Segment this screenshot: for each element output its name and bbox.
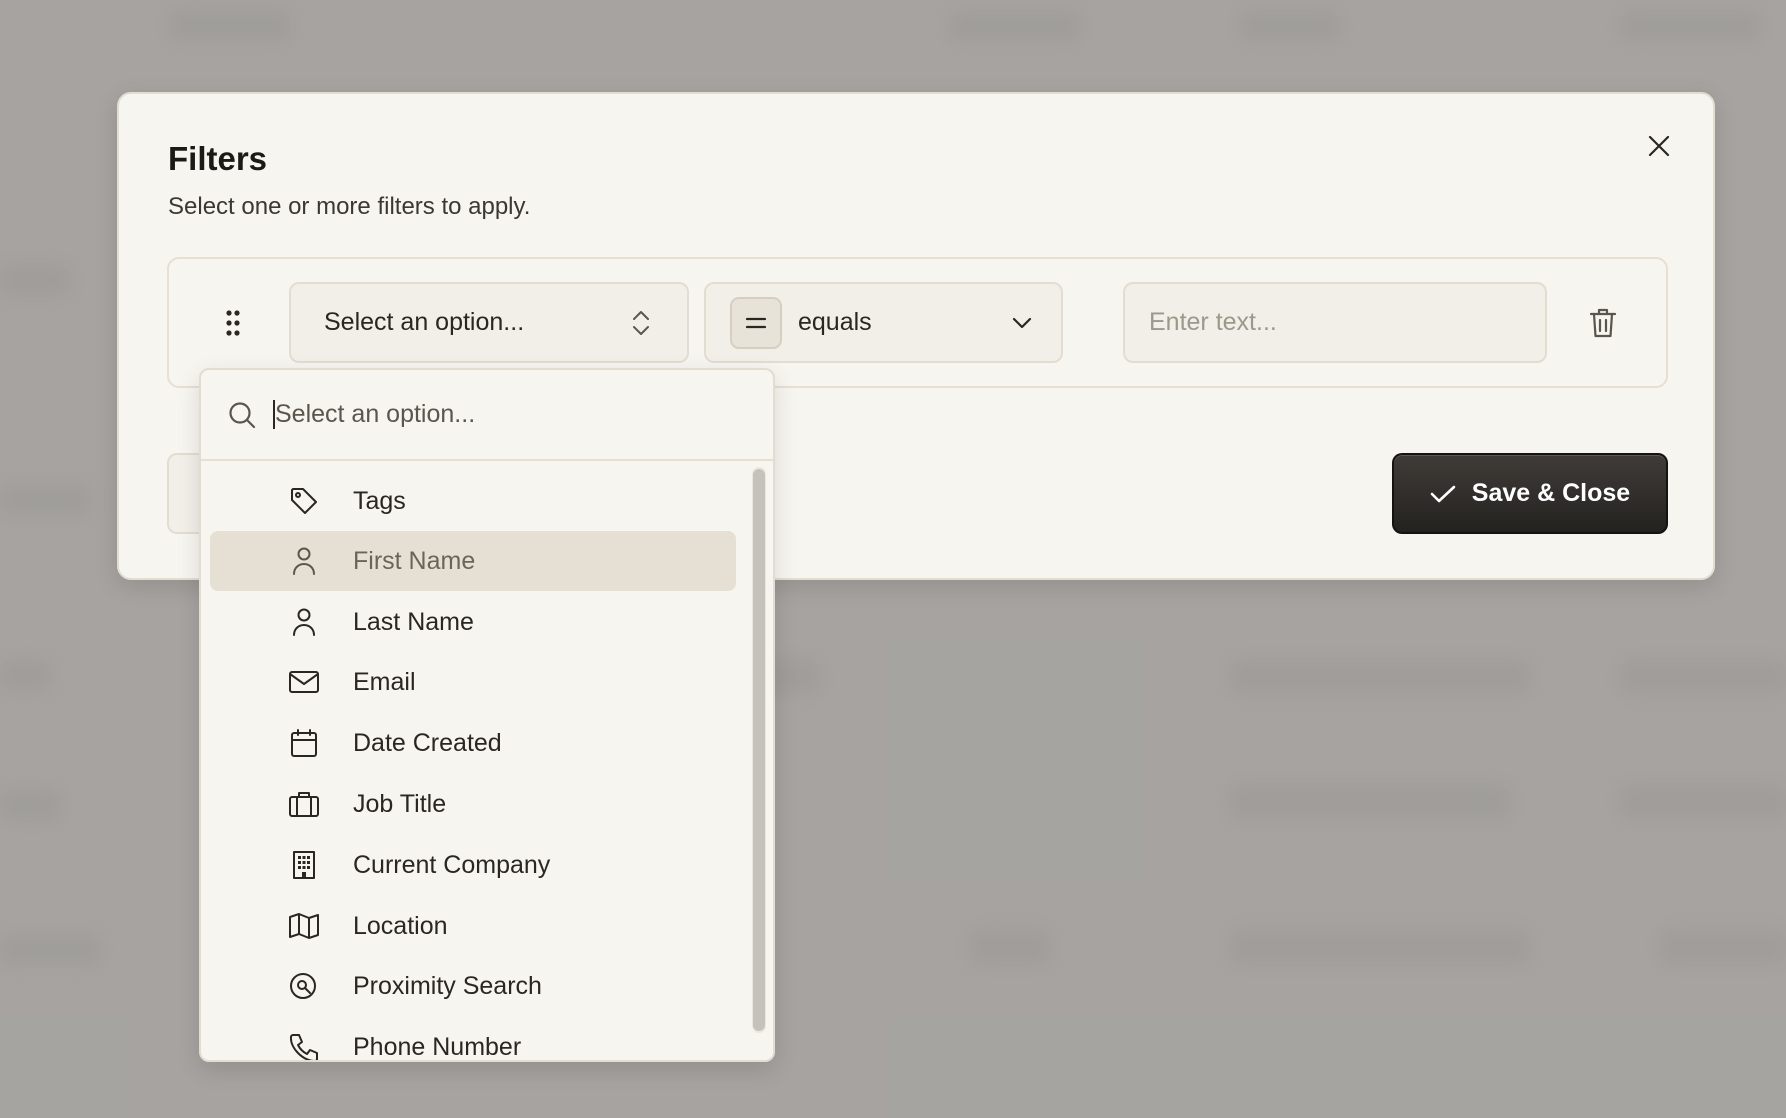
check-icon — [1430, 485, 1456, 502]
grip-icon — [226, 310, 240, 336]
drag-handle[interactable] — [221, 305, 245, 341]
modal-subtitle: Select one or more filters to apply. — [168, 193, 531, 220]
option-location[interactable]: Location — [210, 896, 736, 956]
option-label: Phone Number — [353, 1032, 522, 1061]
field-select-value: Select an option... — [324, 308, 525, 336]
dropdown-scrollbar-thumb[interactable] — [753, 469, 765, 1031]
save-close-button[interactable]: Save & Close — [1392, 453, 1668, 534]
option-label: First Name — [353, 546, 476, 575]
building-icon — [288, 849, 320, 881]
option-first-name[interactable]: First Name — [210, 531, 736, 591]
modal-title: Filters — [168, 140, 268, 177]
equals-icon — [745, 317, 767, 328]
calendar-icon — [288, 727, 320, 759]
operator-value: equals — [798, 308, 872, 336]
user-icon — [288, 545, 320, 577]
chevron-up-down-icon — [633, 311, 649, 335]
option-phone-number[interactable]: Phone Number — [210, 1017, 736, 1061]
option-tags[interactable]: Tags — [210, 471, 736, 531]
option-label: Last Name — [353, 607, 474, 636]
option-current-company[interactable]: Current Company — [210, 835, 736, 895]
option-label: Email — [353, 667, 416, 696]
field-select[interactable]: Select an option... — [289, 282, 689, 363]
option-label: Location — [353, 911, 448, 940]
option-label: Date Created — [353, 728, 502, 757]
close-button[interactable] — [1641, 128, 1677, 164]
option-proximity-search[interactable]: Proximity Search — [210, 956, 736, 1016]
save-close-label: Save & Close — [1471, 479, 1631, 507]
dropdown-search — [201, 370, 773, 461]
delete-filter-button[interactable] — [1587, 305, 1619, 341]
option-date-created[interactable]: Date Created — [210, 713, 736, 773]
option-label: Tags — [353, 486, 406, 515]
option-label: Current Company — [353, 850, 551, 879]
mail-icon — [288, 666, 320, 698]
trash-icon — [1589, 308, 1617, 338]
chevron-down-icon — [1012, 317, 1032, 329]
operator-select[interactable]: equals — [704, 282, 1063, 363]
value-input[interactable] — [1123, 282, 1547, 363]
location-search-icon — [288, 970, 320, 1002]
tag-icon — [288, 485, 320, 517]
user-icon — [288, 606, 320, 638]
option-label: Job Title — [353, 789, 447, 818]
map-icon — [288, 910, 320, 942]
option-email[interactable]: Email — [210, 652, 736, 712]
field-dropdown: Tags First Name Last Name — [199, 368, 775, 1062]
equals-badge — [730, 296, 782, 349]
phone-icon — [288, 1031, 320, 1060]
briefcase-icon — [288, 788, 320, 820]
dropdown-search-input[interactable] — [273, 400, 713, 429]
option-label: Proximity Search — [353, 971, 542, 1000]
search-icon — [227, 400, 257, 430]
option-job-title[interactable]: Job Title — [210, 774, 736, 834]
option-last-name[interactable]: Last Name — [210, 592, 736, 652]
close-icon — [1648, 135, 1670, 157]
